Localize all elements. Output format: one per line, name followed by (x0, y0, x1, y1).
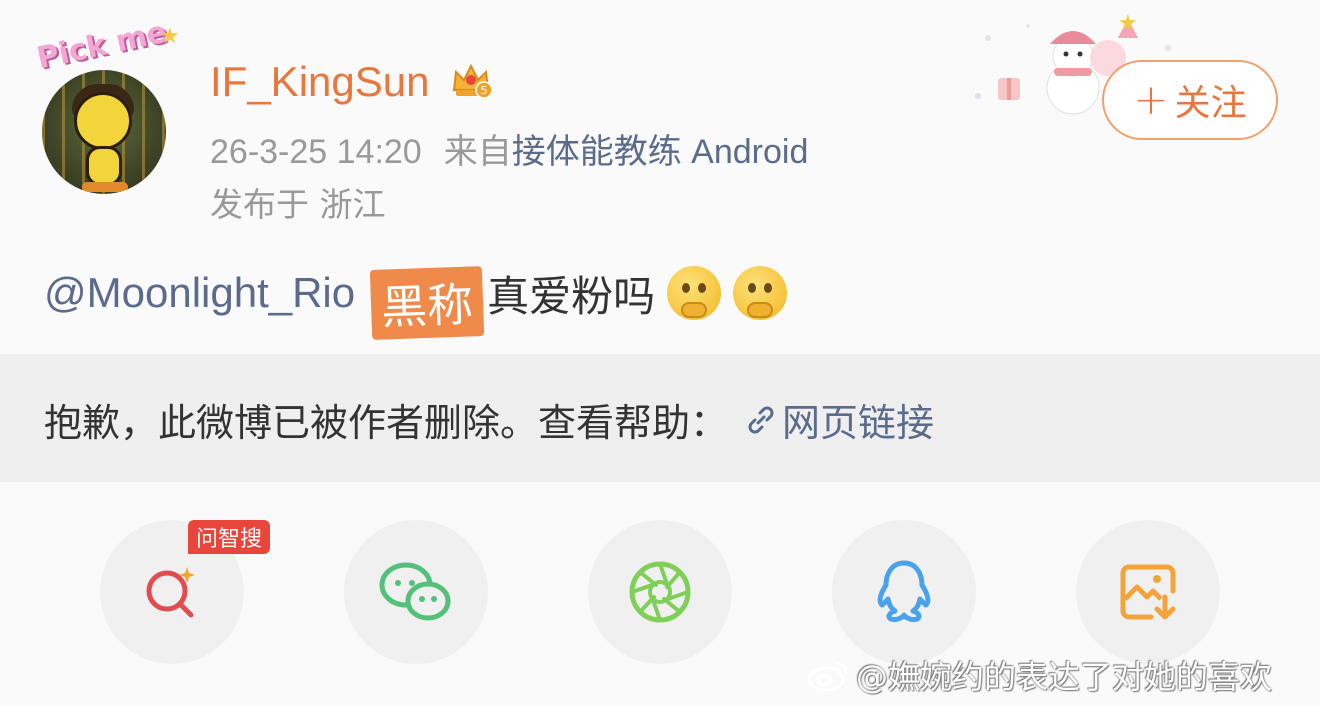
sticker-label: 黑称 (369, 266, 485, 340)
qq-share-button[interactable] (832, 520, 976, 664)
post-meta: 26-3-25 14:20 来自接体能教练 Android (210, 124, 808, 173)
thinking-emoji-icon (733, 266, 788, 320)
web-link[interactable]: 网页链接 (782, 392, 934, 447)
watermark-text: @嫵婉约的表达了对她的喜欢 (856, 658, 1273, 696)
post-timestamp: 26-3-25 14:20 (210, 133, 422, 171)
mention-link[interactable]: @Moonlight_Rio (44, 269, 355, 317)
ai-search-badge: 问智搜 (188, 520, 271, 554)
post-text: 真爱粉吗 (487, 271, 656, 321)
wechat-share-button[interactable] (344, 520, 488, 664)
follow-button[interactable]: + 关注 (1102, 60, 1278, 140)
moments-share-button[interactable] (588, 520, 732, 664)
save-image-button[interactable] (1076, 520, 1220, 664)
avatar-image (42, 70, 166, 194)
post-content: @Moonlight_Rio 黑称 真爱粉吗 (44, 258, 788, 340)
link-icon[interactable] (742, 401, 780, 439)
svg-text:5: 5 (481, 84, 488, 97)
avatar[interactable]: Pick me ★ (34, 15, 186, 194)
follow-label: 关注 (1174, 83, 1247, 124)
star-icon: ★ (160, 24, 180, 49)
deleted-notice-text: 抱歉，此微博已被作者删除。查看帮助： (44, 401, 729, 445)
post-location: 发布于 浙江 (210, 185, 386, 224)
svg-text:★: ★ (1118, 11, 1138, 36)
deleted-notice: 抱歉，此微博已被作者删除。查看帮助： 网页链接 (44, 392, 934, 447)
weibo-logo-icon (807, 661, 848, 692)
aperture-icon (629, 561, 691, 623)
plus-icon: + (1133, 75, 1169, 124)
save-image-icon (1120, 564, 1176, 620)
source-prefix: 来自 (443, 133, 512, 171)
wechat-icon (379, 562, 451, 621)
crown-vip-icon[interactable]: 5 (450, 60, 493, 100)
username[interactable]: IF_KingSun (210, 58, 429, 106)
post-header: Pick me ★ IF_KingSun 5 26-3-25 14:20 来自接体… (0, 0, 1320, 240)
post-source[interactable]: 接体能教练 Android (512, 133, 809, 171)
search-sparkle-icon (146, 567, 195, 618)
qq-penguin-icon (877, 560, 931, 622)
avatar-pendant-text: Pick me (33, 14, 171, 77)
thinking-emoji-icon (667, 266, 722, 320)
watermark: @嫵婉约的表达了对她的喜欢 (806, 652, 1272, 698)
